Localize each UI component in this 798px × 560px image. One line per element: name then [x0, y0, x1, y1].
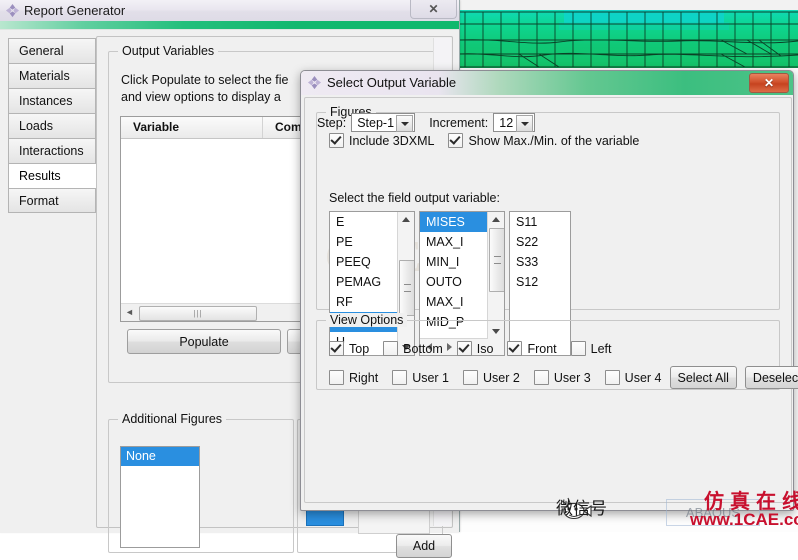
view-options-row-1: Top Bottom Iso Front Left	[329, 341, 612, 356]
app-diamond-icon	[5, 3, 20, 18]
figures-group: Figures Include 3DXML Show Max./Min. of …	[316, 105, 780, 356]
sidebar-tab-rail: General Materials Instances Loads Intera…	[8, 38, 96, 213]
list-item[interactable]: S22	[510, 232, 570, 252]
include-3dxml-checkbox[interactable]	[329, 133, 344, 148]
view-right-label: Right	[349, 370, 379, 385]
sidebar-item-materials[interactable]: Materials	[8, 63, 96, 88]
titlebar-accent-strip	[0, 21, 459, 29]
show-maxmin-label: Show Max./Min. of the variable	[468, 133, 640, 148]
figures-checkbox-row: Include 3DXML Show Max./Min. of the vari…	[329, 133, 639, 148]
include-3dxml-label: Include 3DXML	[349, 133, 435, 148]
select-output-variable-dialog: Select Output Variable ✕ Figures Include…	[300, 70, 798, 511]
sidebar-item-label: General	[19, 44, 64, 58]
view-front-label: Front	[527, 341, 557, 356]
show-maxmin-checkbox[interactable]	[448, 133, 464, 148]
report-generator-close-button[interactable]: ✕	[410, 0, 457, 19]
view-user4-checkbox[interactable]	[604, 370, 620, 385]
hscroll-thumb[interactable]: |||	[139, 306, 257, 321]
sidebar-item-label: Instances	[19, 94, 73, 108]
chevron-down-icon[interactable]	[516, 115, 534, 132]
increment-value: 12	[499, 115, 514, 130]
list-item[interactable]: S11	[510, 212, 570, 232]
output-variables-group-title: Output Variables	[118, 44, 219, 58]
sidebar-item-general[interactable]: General	[8, 38, 96, 63]
sidebar-item-label: Format	[19, 194, 59, 208]
view-front-checkbox[interactable]	[507, 341, 523, 356]
list-item[interactable]: None	[121, 447, 199, 466]
vscroll-thumb[interactable]	[489, 228, 504, 292]
vscroll-thumb[interactable]	[399, 260, 414, 316]
view-left-checkbox[interactable]	[570, 341, 586, 356]
app-diamond-icon	[307, 75, 322, 90]
list-item[interactable]: S33	[510, 252, 570, 272]
view-user3-checkbox[interactable]	[533, 370, 549, 385]
view-options-group-title: View Options	[326, 313, 408, 327]
view-user1-checkbox[interactable]	[392, 370, 408, 385]
view-top-checkbox[interactable]	[329, 341, 344, 356]
view-left-label: Left	[590, 341, 612, 356]
sidebar-item-label: Results	[19, 169, 61, 183]
dialog-titlebar: Select Output Variable ✕	[301, 71, 793, 95]
sidebar-item-interactions[interactable]: Interactions	[8, 138, 96, 163]
sidebar-item-format[interactable]: Format	[8, 188, 96, 213]
dialog-close-button[interactable]: ✕	[749, 73, 789, 93]
view-user4-label: User 4	[624, 370, 662, 385]
report-generator-titlebar: Report Generator ✕	[0, 0, 459, 22]
field-output-variable-label: Select the field output variable:	[329, 191, 500, 205]
sidebar-item-results[interactable]: Results	[8, 163, 96, 188]
view-iso-checkbox[interactable]	[456, 341, 472, 356]
scroll-left-icon[interactable]: ◄	[123, 306, 136, 319]
view-iso-label: Iso	[476, 341, 494, 356]
sidebar-item-instances[interactable]: Instances	[8, 88, 96, 113]
select-all-button[interactable]: Select All	[669, 366, 737, 389]
report-generator-bottom-bar: Add	[96, 530, 452, 560]
add-button[interactable]: Add	[396, 534, 452, 558]
view-user3-label: User 3	[553, 370, 591, 385]
step-increment-row: Step: Step-1 Increment: 12	[317, 113, 779, 132]
dialog-title: Select Output Variable	[327, 75, 457, 90]
view-bottom-label: Bottom	[403, 341, 443, 356]
scroll-up-icon[interactable]	[488, 212, 503, 227]
view-top-label: Top	[349, 341, 370, 356]
dialog-body: Figures Include 3DXML Show Max./Min. of …	[304, 97, 798, 503]
additional-figures-group-title: Additional Figures	[118, 412, 227, 426]
column-header-variable: Variable	[121, 117, 263, 138]
view-options-row-2: Right User 1 User 2 User 3 User 4 Select…	[329, 366, 798, 389]
list-item[interactable]: S12	[510, 272, 570, 292]
deselect-all-button[interactable]: Deselect All	[744, 366, 798, 389]
view-user2-checkbox[interactable]	[463, 370, 479, 385]
chevron-down-icon[interactable]	[396, 115, 414, 132]
view-user2-label: User 2	[483, 370, 520, 385]
screen-root: Report Generator ✕ General Materials Ins…	[0, 0, 798, 558]
step-dropdown[interactable]: Step-1	[351, 113, 416, 132]
fea-mesh-image	[459, 10, 798, 68]
view-right-checkbox[interactable]	[329, 370, 344, 385]
increment-label: Increment:	[429, 115, 489, 130]
sidebar-item-label: Interactions	[19, 144, 84, 158]
increment-dropdown[interactable]: 12	[493, 113, 536, 132]
scroll-up-icon[interactable]	[398, 212, 413, 227]
step-value: Step-1	[357, 115, 395, 130]
report-generator-title: Report Generator	[24, 3, 126, 18]
view-options-group: View Options Top Bottom Iso Front Left R…	[316, 313, 798, 390]
sidebar-item-label: Materials	[19, 69, 70, 83]
populate-button[interactable]: Populate	[127, 329, 281, 354]
sidebar-item-loads[interactable]: Loads	[8, 113, 96, 138]
view-user1-label: User 1	[412, 370, 450, 385]
view-bottom-checkbox[interactable]	[383, 341, 399, 356]
sidebar-item-label: Loads	[19, 119, 54, 133]
